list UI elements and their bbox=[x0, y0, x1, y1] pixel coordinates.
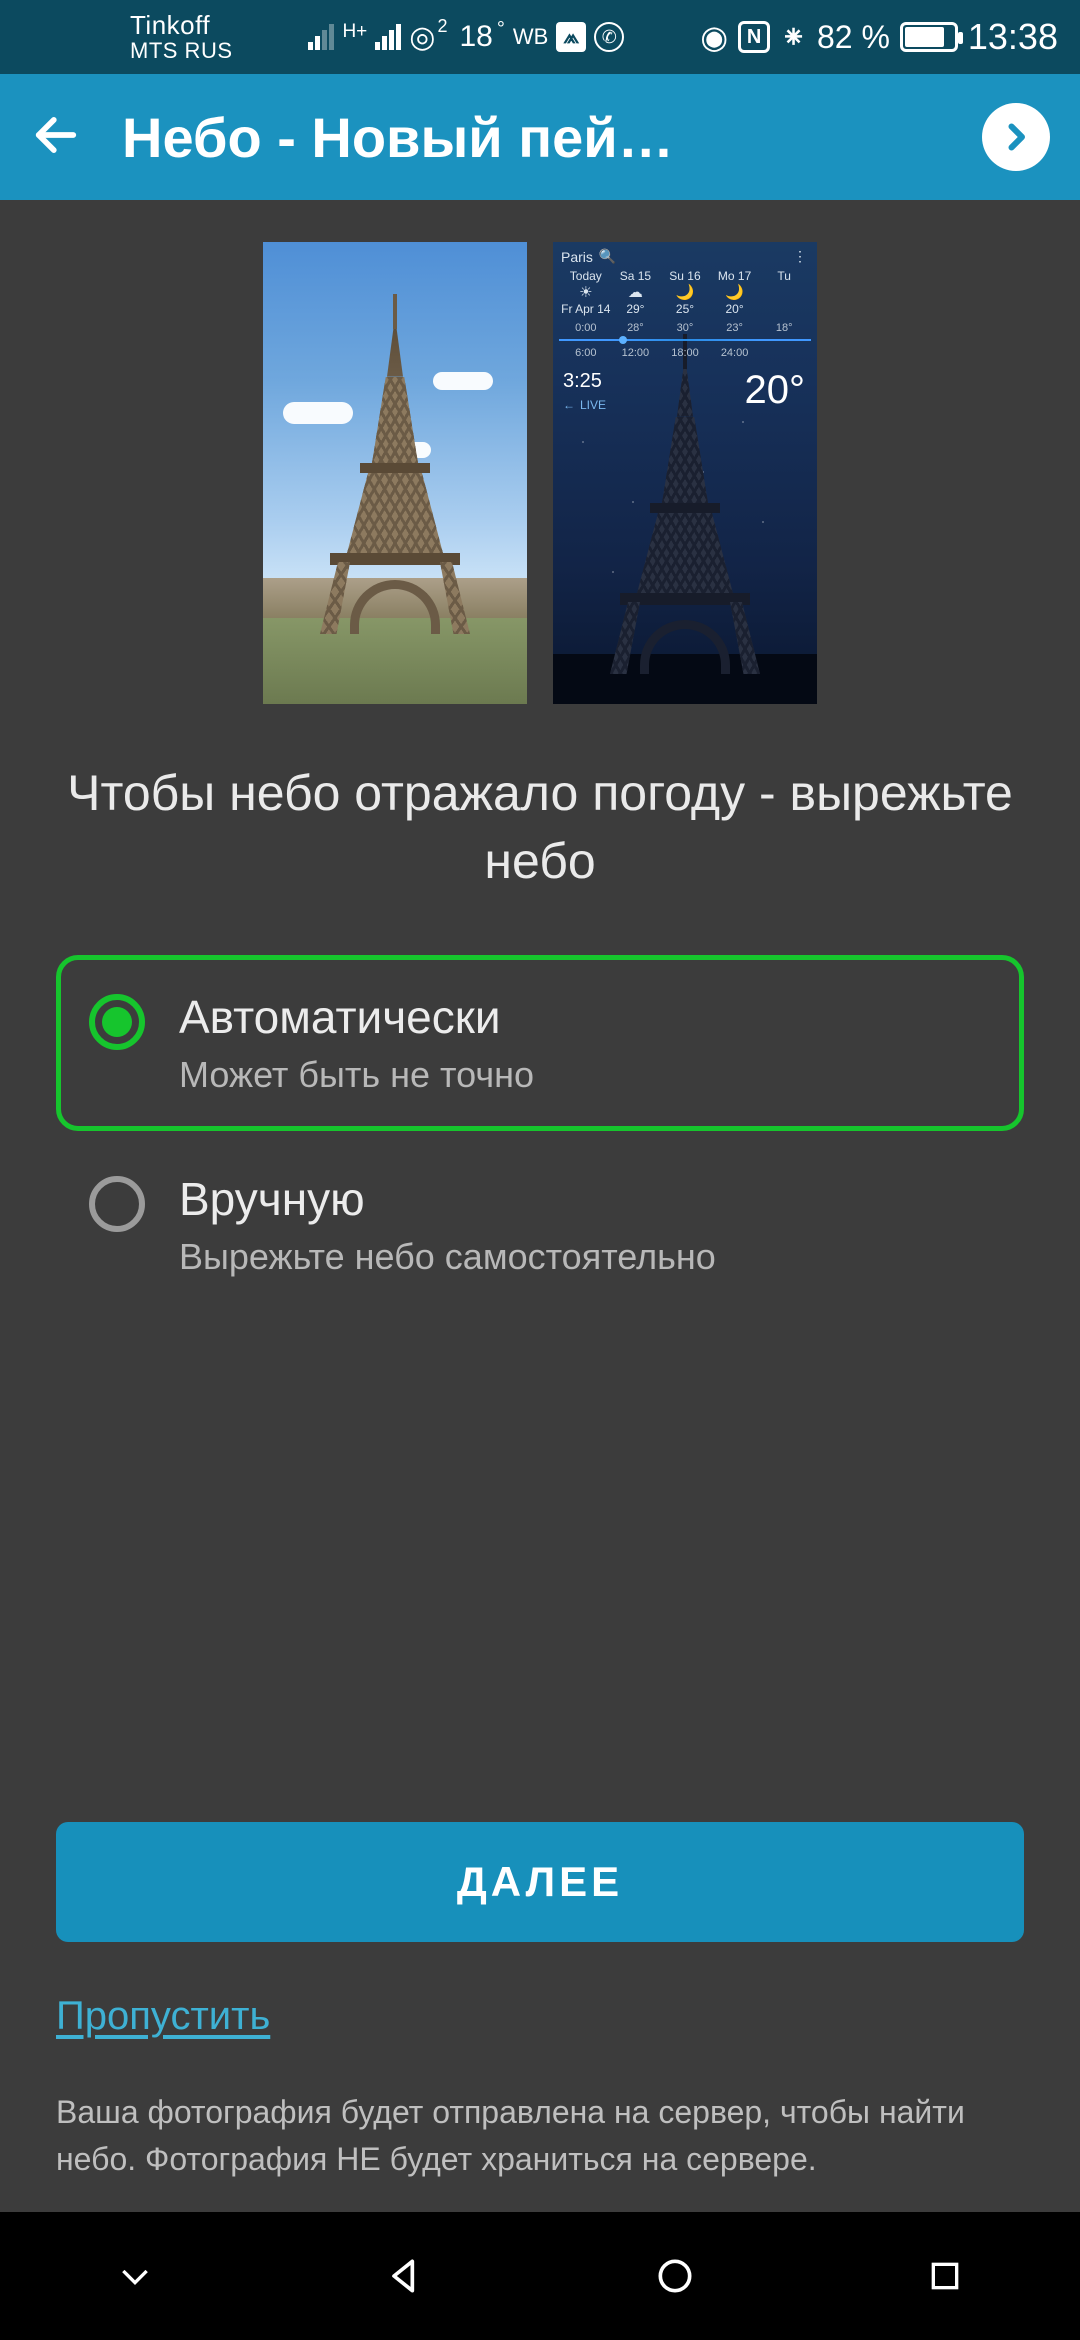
status-bar: Tinkoff MTS RUS H+ ◎2 18° WB ⩕ ✆ ◉ N ⁕ 8… bbox=[0, 0, 1080, 74]
day-3-top: Mo 17 bbox=[718, 269, 751, 283]
menu-dots-icon: ⋮ bbox=[793, 248, 809, 265]
eiffel-tower-icon bbox=[325, 294, 465, 634]
signal-2-icon bbox=[375, 24, 401, 50]
system-nav-bar bbox=[0, 2212, 1080, 2340]
hr-3-b: 24:00 bbox=[721, 347, 749, 359]
hr-2-b: 18:00 bbox=[671, 347, 699, 359]
skip-link[interactable]: Пропустить bbox=[56, 1994, 270, 2039]
preview-live: ← LIVE bbox=[563, 398, 606, 412]
nav-home-button[interactable] bbox=[647, 2248, 703, 2304]
option-manual-sub: Вырежьте небо самостоятельно bbox=[179, 1236, 716, 1278]
app-icon-1: ⩕ bbox=[556, 22, 586, 52]
battery-icon bbox=[900, 22, 958, 52]
status-right: ◉ N ⁕ 82 % 13:38 bbox=[700, 16, 1058, 58]
hr-0-h: 0:00 bbox=[575, 322, 596, 334]
content: Paris 🔍 ⋮ Today ☀ Fr Apr 14 Sa 15 ☁ 29° Su 16… bbox=[0, 200, 1080, 2212]
preview-time: 3:25 bbox=[563, 370, 602, 393]
back-button[interactable] bbox=[30, 109, 82, 166]
next-round-button[interactable] bbox=[982, 103, 1050, 171]
arrow-small-icon: ← bbox=[563, 398, 575, 412]
nfc-icon: N bbox=[738, 21, 770, 53]
nav-recent-button[interactable] bbox=[917, 2248, 973, 2304]
clock: 13:38 bbox=[968, 16, 1058, 58]
instruction-text: Чтобы небо отражало погоду - вырежьте не… bbox=[0, 704, 1080, 935]
day-0-icon: ☀ bbox=[579, 285, 592, 300]
hr-1-b: 12:00 bbox=[622, 347, 650, 359]
app-bar: Небо - Новый пей… bbox=[0, 74, 1080, 200]
day-2-top: Su 16 bbox=[669, 269, 700, 283]
circle-icon bbox=[653, 2254, 697, 2298]
footer: ДАЛЕЕ Пропустить Ваша фотография будет о… bbox=[0, 1822, 1080, 2212]
day-1-top: Sa 15 bbox=[620, 269, 651, 283]
next-button[interactable]: ДАЛЕЕ bbox=[56, 1822, 1024, 1942]
battery-pct: 82 % bbox=[817, 19, 890, 56]
eye-icon: ◉ bbox=[700, 18, 728, 56]
disclaimer-text: Ваша фотография будет отправлена на серв… bbox=[56, 2089, 1024, 2182]
day-1-bottom: 29° bbox=[626, 302, 644, 316]
screen: Tinkoff MTS RUS H+ ◎2 18° WB ⩕ ✆ ◉ N ⁕ 8… bbox=[0, 0, 1080, 2340]
day-2-icon: 🌙 bbox=[676, 285, 695, 300]
preview-result: Paris 🔍 ⋮ Today ☀ Fr Apr 14 Sa 15 ☁ 29° Su 16… bbox=[553, 242, 817, 704]
live-label: LIVE bbox=[580, 398, 606, 412]
weather-overlay: Paris 🔍 ⋮ Today ☀ Fr Apr 14 Sa 15 ☁ 29° Su 16… bbox=[553, 242, 817, 365]
forecast-hours-bottom: 6:00 12:00 18:00 24:00 bbox=[561, 347, 809, 359]
preview-row: Paris 🔍 ⋮ Today ☀ Fr Apr 14 Sa 15 ☁ 29° Su 16… bbox=[0, 200, 1080, 704]
temperature: 18 bbox=[459, 20, 492, 54]
radio-unselected-icon bbox=[89, 1176, 145, 1232]
carrier-label: Tinkoff MTS RUS bbox=[130, 12, 233, 62]
page-title: Небо - Новый пей… bbox=[122, 105, 942, 170]
option-auto-sub: Может быть не точно bbox=[179, 1054, 534, 1096]
temperature-unit: ° bbox=[497, 18, 505, 41]
preview-original bbox=[263, 242, 527, 704]
day-0-top: Today bbox=[570, 269, 602, 283]
signal-1-icon bbox=[308, 24, 334, 50]
hr-0-b: 6:00 bbox=[575, 347, 596, 359]
carrier-2: MTS RUS bbox=[130, 40, 233, 62]
nav-back-button[interactable] bbox=[377, 2248, 433, 2304]
carrier-1: Tinkoff bbox=[130, 12, 233, 38]
hr-1-t: 28° bbox=[627, 322, 644, 334]
options-group: Автоматически Может быть не точно Вручну… bbox=[0, 935, 1080, 1313]
bluetooth-icon: ⁕ bbox=[780, 18, 807, 56]
arrow-left-icon bbox=[30, 109, 82, 161]
day-4-top: Tu bbox=[777, 269, 791, 283]
option-auto[interactable]: Автоматически Может быть не точно bbox=[56, 955, 1024, 1131]
day-2-bottom: 25° bbox=[676, 302, 694, 316]
day-1-icon: ☁ bbox=[628, 285, 643, 300]
square-icon bbox=[925, 2256, 965, 2296]
location-label: Paris bbox=[561, 249, 593, 265]
forecast-days: Today ☀ Fr Apr 14 Sa 15 ☁ 29° Su 16 🌙 25° Mo 1… bbox=[561, 269, 809, 316]
option-manual[interactable]: Вручную Вырежьте небо самостоятельно bbox=[56, 1137, 1024, 1313]
chevron-down-icon bbox=[115, 2256, 155, 2296]
hr-4-t: 18° bbox=[776, 322, 793, 334]
hr-3-t: 23° bbox=[726, 322, 743, 334]
preview-big-temp: 20° bbox=[745, 368, 806, 413]
day-3-bottom: 20° bbox=[726, 302, 744, 316]
chevron-right-icon bbox=[998, 119, 1034, 155]
wb-badge: WB bbox=[513, 24, 548, 50]
option-auto-title: Автоматически bbox=[179, 990, 534, 1044]
hotspot-icon: ◎2 bbox=[409, 20, 435, 55]
whatsapp-icon: ✆ bbox=[594, 22, 624, 52]
net-badge: H+ bbox=[342, 22, 367, 41]
search-small-icon: 🔍 bbox=[599, 248, 616, 265]
forecast-hours: 0:00 28° 30° 23° 18° bbox=[561, 322, 809, 336]
hr-2-t: 30° bbox=[677, 322, 694, 334]
nav-hide-button[interactable] bbox=[107, 2248, 163, 2304]
day-3-icon: 🌙 bbox=[725, 285, 744, 300]
hotspot-count: 2 bbox=[437, 16, 447, 37]
triangle-left-icon bbox=[383, 2254, 427, 2298]
eiffel-tower-dark-icon bbox=[615, 334, 755, 674]
option-manual-title: Вручную bbox=[179, 1172, 716, 1226]
status-center: H+ ◎2 18° WB ⩕ ✆ bbox=[308, 20, 624, 55]
radio-selected-icon bbox=[89, 994, 145, 1050]
day-0-bottom: Fr Apr 14 bbox=[561, 302, 610, 316]
